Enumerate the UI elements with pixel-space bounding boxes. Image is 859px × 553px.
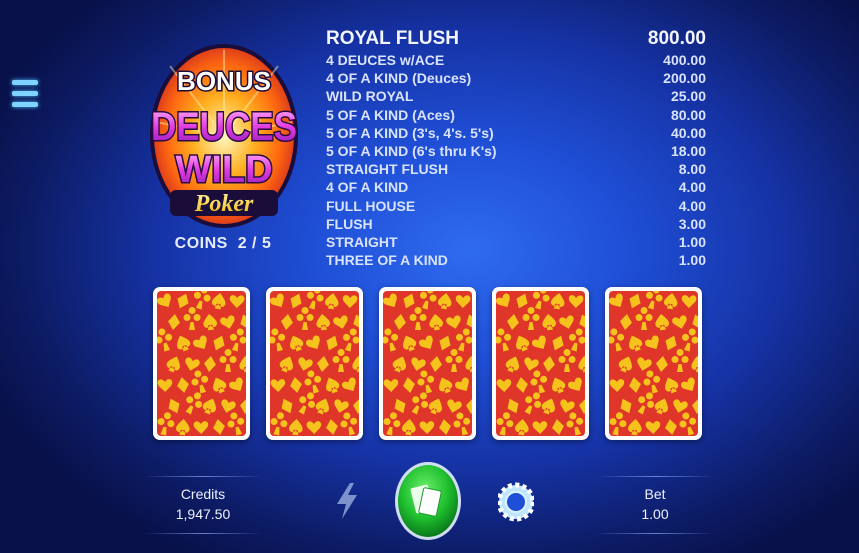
logo-line-3: WILD [175,149,272,191]
paytable-payout: 1.00 [678,252,706,269]
paytable-payout: 4.00 [678,179,706,196]
paytable-hand: 4 DEUCES w/ACE [326,52,445,68]
credits-label: Credits [180,486,226,502]
paytable-hand: 5 OF A KIND (6's thru K's) [326,143,497,160]
bet-value: 1.00 [641,506,669,522]
paytable-row: 5 OF A KIND (3's, 4's. 5's) 40.00 [326,124,706,142]
paytable-hand: THREE OF A KIND [326,252,448,269]
deal-button[interactable] [395,460,461,540]
logo-line-1: BONUS [177,66,271,96]
card-back [157,291,246,436]
card-back [270,291,359,436]
paytable-hand: 5 OF A KIND (3's, 4's. 5's) [326,124,494,141]
paytable-row: FULL HOUSE 4.00 [326,197,706,215]
paytable-payout: 400.00 [663,52,706,68]
paytable-payout: 800.00 [647,28,706,49]
paytable-row: THREE OF A KIND 1.00 [326,251,706,269]
paytable-hand: 4 OF A KIND [326,179,409,196]
paytable-row: WILD ROYAL 25.00 [326,87,706,105]
credits-value: 1,947.50 [175,506,231,522]
bet-panel[interactable]: Bet 1.00 [595,476,715,534]
paytable-row: 5 OF A KIND (Aces) 80.00 [326,106,706,124]
paytable-payout: 3.00 [678,215,706,232]
card-1[interactable] [153,287,250,440]
paytable: ROYAL FLUSH 800.00 4 DEUCES w/ACE 400.00 4… [326,28,706,269]
paytable-row: 4 DEUCES w/ACE 400.00 [326,51,706,69]
paytable-payout: 200.00 [663,70,706,87]
paytable-hand: WILD ROYAL [326,88,414,105]
credits-panel: Credits 1,947.50 [143,476,263,534]
paytable-row: FLUSH 3.00 [326,215,706,233]
paytable-hand: STRAIGHT [326,234,398,251]
card-back [609,291,698,436]
coins-label: COINS [174,235,228,252]
chip-icon[interactable] [496,482,536,522]
paytable-row: STRAIGHT 1.00 [326,233,706,251]
lightning-icon[interactable] [334,482,360,520]
logo-line-2: DEUCES [151,105,297,149]
paytable-hand: 4 OF A KIND (Deuces) [326,70,472,87]
paytable-payout: 40.00 [670,124,706,141]
paytable-row: 4 OF A KIND (Deuces) 200.00 [326,69,706,87]
paytable-payout: 80.00 [670,106,706,123]
paytable-hand: 5 OF A KIND (Aces) [326,106,455,123]
card-5[interactable] [605,287,702,440]
paytable-row: 5 OF A KIND (6's thru K's) 18.00 [326,142,706,160]
paytable-payout: 8.00 [678,161,706,178]
paytable-payout: 1.00 [678,234,706,251]
bet-label: Bet [644,486,666,502]
paytable-row: STRAIGHT FLUSH 8.00 [326,160,706,178]
coins-value: 2 / 5 [237,235,272,252]
paytable-payout: 25.00 [670,88,706,105]
paytable-payout: 4.00 [678,197,706,214]
card-4[interactable] [492,287,589,440]
paytable-hand: FULL HOUSE [326,197,416,214]
card-back [496,291,585,436]
paytable-hand: FLUSH [326,215,373,232]
card-back [383,291,472,436]
card-2[interactable] [266,287,363,440]
hamburger-menu-icon[interactable] [12,80,38,114]
coins-indicator: COINS 2 / 5 [148,235,298,253]
paytable-hand: ROYAL FLUSH [326,28,460,49]
paytable-row: ROYAL FLUSH 800.00 [326,28,706,50]
logo-line-4: Poker [194,191,254,217]
card-3[interactable] [379,287,476,440]
game-logo: BONUS DEUCES WILD Poker [148,42,300,230]
paytable-hand: STRAIGHT FLUSH [326,161,449,178]
paytable-row: 4 OF A KIND 4.00 [326,178,706,196]
paytable-payout: 18.00 [670,143,706,160]
